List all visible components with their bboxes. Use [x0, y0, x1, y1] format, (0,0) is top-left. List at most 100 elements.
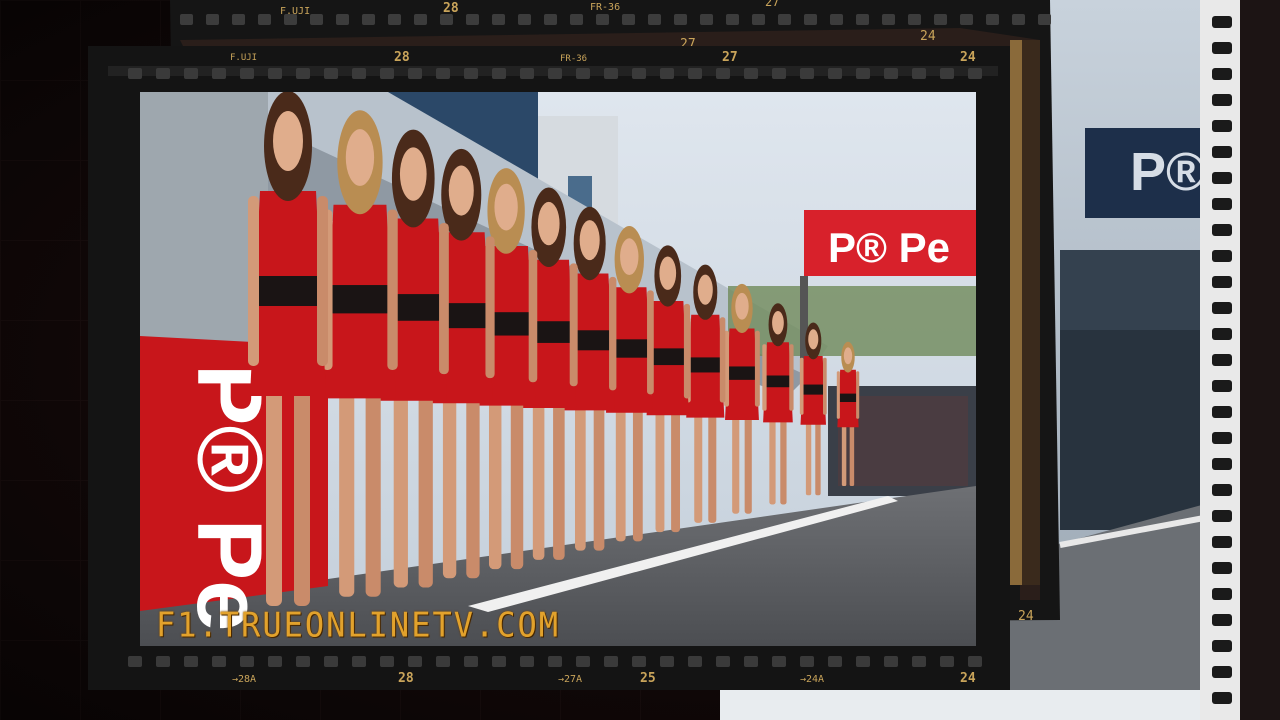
- grid-girls-photo: P® Pe P® Pe: [140, 92, 976, 646]
- sprocket-hole: [180, 14, 193, 25]
- sprocket-hole: [804, 14, 817, 25]
- belt: [610, 339, 648, 358]
- sprocket-hole: [828, 656, 842, 667]
- sprocket-hole: [1212, 302, 1232, 314]
- sprocket-hole: [648, 14, 661, 25]
- sprocket-hole: [1212, 692, 1232, 704]
- film-number-text: 28: [394, 50, 410, 65]
- sprocket-hole: [576, 656, 590, 667]
- sprocket-hole: [1212, 614, 1232, 626]
- top-number-strip: F.UJI 28 FR-36 27 24: [230, 50, 976, 65]
- face: [345, 129, 375, 186]
- sprocket-hole: [856, 68, 870, 79]
- sprocket-hole: [604, 68, 618, 79]
- leg: [655, 406, 665, 533]
- sponsor-billboard-text: P® Pe: [828, 224, 950, 271]
- sprocket-hole: [830, 14, 843, 25]
- film-number-text: 27: [722, 50, 738, 65]
- sprocket-hole: [856, 14, 869, 25]
- arm: [569, 263, 578, 387]
- sprocket-hole: [232, 14, 245, 25]
- sprocket-hole: [1212, 536, 1232, 548]
- sprocket-hole: [1212, 172, 1232, 184]
- sprocket-hole: [800, 656, 814, 667]
- sprocket-hole: [940, 656, 954, 667]
- sprocket-hole: [778, 14, 791, 25]
- main-photo-frame: P® Pe P® Pe: [88, 46, 1010, 690]
- sprocket-hole: [362, 14, 375, 25]
- leg: [694, 410, 703, 523]
- sprocket-hole: [466, 14, 479, 25]
- sprocket-hole: [518, 14, 531, 25]
- sprocket-hole: [414, 14, 427, 25]
- sprocket-hole: [436, 68, 450, 79]
- arm: [836, 371, 840, 419]
- sprocket-hole: [1212, 588, 1232, 600]
- leg: [442, 390, 457, 579]
- sprocket-hole: [744, 656, 758, 667]
- leg: [532, 397, 545, 560]
- sprocket-hole: [1212, 432, 1232, 444]
- sprocket-hole: [520, 656, 534, 667]
- belt: [766, 375, 790, 388]
- film-number-text: →28A: [232, 674, 256, 685]
- sprocket-hole: [828, 68, 842, 79]
- leg: [488, 393, 502, 570]
- film-number-text: 24: [1018, 609, 1034, 624]
- leg: [769, 416, 776, 505]
- sprocket-hole: [240, 68, 254, 79]
- sprocket-hole: [464, 656, 478, 667]
- leg: [849, 423, 855, 486]
- sprocket-hole: [352, 656, 366, 667]
- sprocket-hole: [1012, 14, 1025, 25]
- sprocket-hole: [1038, 14, 1051, 25]
- sprocket-hole: [324, 656, 338, 667]
- sprocket-hole: [268, 656, 282, 667]
- leg: [574, 400, 586, 551]
- sprocket-hole: [212, 656, 226, 667]
- belt: [651, 348, 685, 366]
- bottom-number-strip: →28A 28 →27A 25 →24A 24: [232, 671, 976, 686]
- sprocket-hole: [968, 68, 982, 79]
- face: [697, 274, 713, 305]
- leg: [805, 419, 812, 496]
- sprocket-hole: [156, 656, 170, 667]
- leg: [593, 400, 605, 551]
- sprocket-hole: [622, 14, 635, 25]
- face: [772, 311, 784, 335]
- sprocket-hole: [1212, 562, 1232, 574]
- sprocket-hole: [700, 14, 713, 25]
- arm: [799, 357, 804, 415]
- sprocket-hole: [548, 656, 562, 667]
- belt: [258, 276, 318, 306]
- sprocket-hole: [184, 656, 198, 667]
- leg: [632, 403, 643, 542]
- film-top-numbers: F.UJI 28 FR-36 27 24: [210, 48, 1000, 66]
- sprocket-hole: [1212, 484, 1232, 496]
- leg: [266, 381, 282, 606]
- sprocket-hole: [408, 68, 422, 79]
- face: [448, 165, 474, 216]
- sprocket-hole: [688, 656, 702, 667]
- sprocket-hole: [1212, 354, 1232, 366]
- face: [494, 183, 518, 231]
- arm: [248, 196, 259, 366]
- sprocket-hole: [772, 68, 786, 79]
- sprocket-hole: [1212, 68, 1232, 80]
- sprocket-hole: [324, 68, 338, 79]
- sprocket-hole: [492, 68, 506, 79]
- sprocket-hole: [570, 14, 583, 25]
- sprocket-hole: [968, 656, 982, 667]
- sprocket-hole: [1212, 146, 1232, 158]
- leg: [393, 387, 408, 588]
- sprocket-hole: [548, 68, 562, 79]
- sprocket-hole: [604, 656, 618, 667]
- sprocket-hole: [660, 68, 674, 79]
- sprocket-hole: [596, 14, 609, 25]
- sprocket-hole: [464, 68, 478, 79]
- arm: [856, 371, 860, 419]
- face: [620, 238, 639, 276]
- sprocket-hole: [1212, 640, 1232, 652]
- face: [579, 220, 600, 261]
- side-banner-text: P® Pe: [178, 364, 280, 631]
